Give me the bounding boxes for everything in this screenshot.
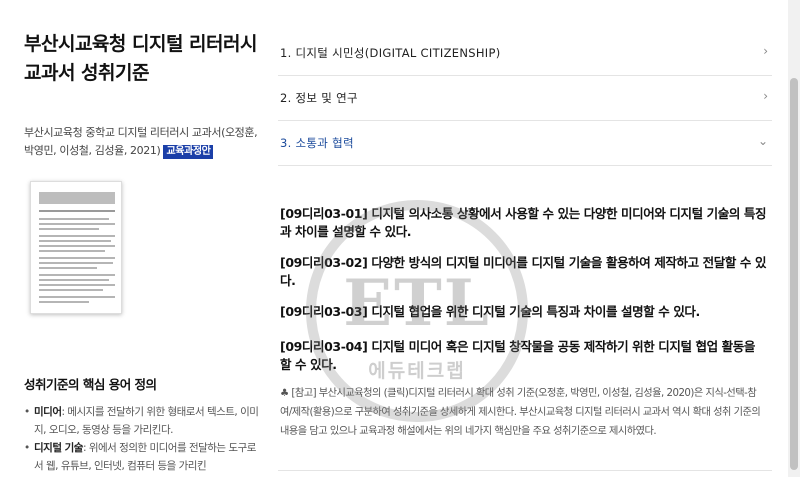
definition-item: 디지털 기술: 위에서 정의한 미디어를 전달하는 도구로서 웹, 유튜브, 인… bbox=[24, 439, 260, 475]
thumbnail-header bbox=[39, 192, 115, 204]
accordion-item-digital-citizenship[interactable]: 1. 디지털 시민성(DIGITAL CITIZENSHIP) › bbox=[278, 31, 772, 76]
scrollbar-thumb[interactable] bbox=[790, 78, 798, 470]
thumbnail-rule bbox=[39, 210, 115, 212]
thumbnail-line bbox=[39, 274, 115, 276]
achievement-standard: [09디리03-01] 디지털 의사소통 상황에서 사용할 수 있는 다양한 미… bbox=[280, 206, 767, 239]
accordion-label: 3. 소통과 협력 bbox=[280, 136, 354, 150]
document-thumbnail[interactable] bbox=[30, 181, 122, 314]
divider bbox=[278, 470, 772, 471]
definition-term: 디지털 기술 bbox=[34, 442, 83, 454]
thumbnail-line bbox=[39, 284, 115, 286]
thumbnail-line bbox=[39, 301, 89, 303]
left-panel: 부산시교육청 디지털 리터러시 교과서 성취기준 부산시교육청 중학교 디지털 … bbox=[0, 0, 262, 477]
definitions-title: 성취기준의 핵심 용어 정의 bbox=[24, 377, 157, 392]
definitions-list: 미디어: 메시지를 전달하기 위한 형태로서 텍스트, 이미지, 오디오, 동영… bbox=[24, 403, 260, 475]
thumbnail-line bbox=[39, 289, 103, 291]
accordion-item-information-research[interactable]: 2. 정보 및 연구 › bbox=[278, 76, 772, 121]
accordion-label: 2. 정보 및 연구 bbox=[280, 91, 358, 105]
thumbnail-line bbox=[39, 279, 109, 281]
thumbnail-line bbox=[39, 257, 115, 259]
thumbnail-line bbox=[39, 250, 105, 252]
chevron-right-icon: › bbox=[763, 44, 768, 58]
thumbnail-line bbox=[39, 267, 97, 269]
document-meta: 부산시교육청 중학교 디지털 리터러시 교과서(오정훈, 박영민, 이성철, 김… bbox=[24, 124, 260, 160]
document-meta-text: 부산시교육청 중학교 디지털 리터러시 교과서(오정훈, 박영민, 이성철, 김… bbox=[24, 126, 258, 157]
thumbnail-line bbox=[39, 218, 109, 220]
definition-item: 미디어: 메시지를 전달하기 위한 형태로서 텍스트, 이미지, 오디오, 동영… bbox=[24, 403, 260, 439]
chevron-down-icon: ⌄ bbox=[757, 134, 768, 148]
thumbnail-line bbox=[39, 245, 115, 247]
definition-term: 미디어 bbox=[34, 406, 62, 418]
achievement-standard: [09디리03-03] 디지털 협업을 위한 디지털 기술의 특징과 차이를 설… bbox=[280, 304, 700, 319]
curriculum-badge[interactable]: 교육과정안 bbox=[163, 145, 214, 159]
thumbnail-line bbox=[39, 296, 115, 298]
thumbnail-line bbox=[39, 223, 115, 225]
achievement-standard: [09디리03-02] 다양한 방식의 디지털 미디어를 디지털 기술을 활용하… bbox=[280, 255, 767, 288]
chevron-right-icon: › bbox=[763, 89, 768, 103]
page-title: 부산시교육청 디지털 리터러시 교과서 성취기준 bbox=[24, 33, 257, 84]
reference-note: ♣ [참고] 부산시교육청의 (클릭)디지털 리터러시 확대 성취 기준(오정훈… bbox=[280, 388, 761, 437]
thumbnail-line bbox=[39, 240, 111, 242]
achievement-standard: [09디리03-04] 디지털 미디어 혹은 디지털 창작물을 공동 제작하기 … bbox=[280, 339, 755, 372]
accordion-item-communication-collaboration[interactable]: 3. 소통과 협력 ⌄ bbox=[278, 121, 772, 166]
accordion-label: 1. 디지털 시민성(DIGITAL CITIZENSHIP) bbox=[280, 46, 501, 60]
right-panel: 1. 디지털 시민성(DIGITAL CITIZENSHIP) › 2. 정보 … bbox=[278, 0, 772, 477]
thumbnail-line bbox=[39, 235, 115, 237]
scrollbar[interactable] bbox=[788, 0, 800, 477]
thumbnail-line bbox=[39, 228, 99, 230]
definition-desc: : 메시지를 전달하기 위한 형태로서 텍스트, 이미지, 오디오, 동영상 등… bbox=[34, 406, 259, 436]
thumbnail-line bbox=[39, 262, 113, 264]
